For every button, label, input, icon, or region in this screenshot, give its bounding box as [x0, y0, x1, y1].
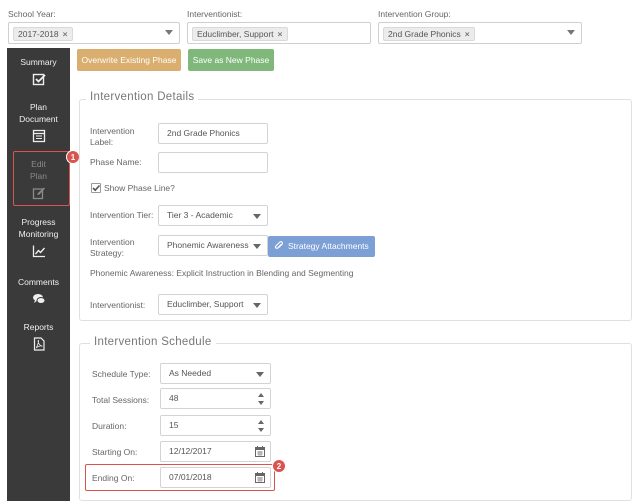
sidebar: Summary Plan Document Edit Plan Progress… [7, 48, 70, 501]
interventionist-label: Interventionist: [90, 300, 146, 310]
interventionist-field-select[interactable]: Educlimber, Support [158, 294, 268, 315]
intervention-strategy-value: Phonemic Awareness [167, 240, 249, 250]
chevron-down-icon [253, 303, 261, 308]
intervention-group-chip-text: 2nd Grade Phonics [388, 29, 461, 39]
stepper-icon[interactable] [258, 420, 265, 432]
step-1-badge: 1 [66, 150, 80, 164]
line-chart-icon [32, 245, 45, 258]
sidebar-item-label: Progress [21, 217, 56, 227]
sidebar-item-plan-document[interactable]: Plan Document [7, 101, 70, 143]
duration-value: 15 [169, 420, 179, 430]
pdf-icon [33, 337, 45, 351]
intervention-label-label: Intervention Label: [90, 126, 134, 148]
sidebar-item-label: Summary [20, 57, 57, 67]
intervention-tier-select[interactable]: Tier 3 - Academic [158, 205, 268, 226]
show-phase-line-checkbox[interactable] [91, 183, 101, 193]
phase-name-label: Phase Name: [90, 157, 142, 167]
save-new-phase-button[interactable]: Save as New Phase [188, 49, 274, 71]
total-sessions-label: Total Sessions: [92, 395, 150, 405]
sidebar-item-label: Comments [17, 277, 60, 287]
interventionist-field-value: Educlimber, Support [167, 299, 244, 309]
chevron-down-icon [253, 214, 261, 219]
sidebar-item-summary[interactable]: Summary [7, 56, 70, 86]
sidebar-item-label: Reports [23, 322, 54, 332]
step-2-badge: 2 [272, 459, 286, 473]
stepper-icon[interactable] [258, 393, 265, 405]
duration-field[interactable]: 15 [160, 415, 271, 436]
intervention-strategy-label-line: Intervention [90, 237, 135, 247]
interventionist-filter-label: Interventionist: [187, 9, 243, 19]
chevron-down-icon[interactable] [165, 30, 173, 35]
duration-label: Duration: [92, 421, 127, 431]
intervention-group-chip: 2nd Grade Phonics × [383, 27, 475, 41]
edit-plan-highlight [13, 151, 70, 206]
sidebar-item-label: Document [19, 114, 58, 124]
overwrite-phase-button[interactable]: Overwrite Existing Phase [77, 49, 181, 71]
intervention-label-field[interactable]: 2nd Grade Phonics [158, 123, 268, 144]
schedule-type-select[interactable]: As Needed [160, 363, 271, 384]
intervention-strategy-label: Intervention Strategy: [90, 237, 134, 259]
chevron-down-icon [253, 244, 261, 249]
chevron-down-icon[interactable] [567, 30, 575, 35]
starting-on-label: Starting On: [92, 447, 138, 457]
comments-icon [32, 294, 45, 304]
calendar-icon[interactable] [255, 446, 265, 457]
sidebar-item-reports[interactable]: Reports [7, 321, 70, 351]
remove-chip-icon[interactable]: × [63, 29, 68, 39]
intervention-label-label-line: Label: [90, 137, 114, 147]
schedule-type-value: As Needed [169, 368, 212, 378]
interventionist-chip-text: Educlimber, Support [197, 29, 274, 39]
remove-chip-icon[interactable]: × [278, 29, 283, 39]
phase-name-field[interactable] [158, 152, 268, 173]
intervention-tier-label: Intervention Tier: [90, 210, 154, 220]
intervention-details-title: Intervention Details [86, 91, 199, 103]
remove-chip-icon[interactable]: × [465, 29, 470, 39]
total-sessions-field[interactable]: 48 [160, 388, 271, 409]
school-year-label: School Year: [8, 9, 56, 19]
intervention-strategy-select[interactable]: Phonemic Awareness [158, 235, 268, 256]
strategy-attachments-button[interactable]: Strategy Attachments [268, 236, 375, 257]
sidebar-item-progress-monitoring[interactable]: Progress Monitoring [7, 216, 70, 258]
school-year-chip-text: 2017-2018 [18, 29, 59, 39]
sidebar-item-label: Plan [29, 102, 47, 112]
interventionist-select[interactable]: Educlimber, Support × [187, 22, 371, 44]
sidebar-item-comments[interactable]: Comments [7, 276, 70, 306]
intervention-strategy-label-line: Strategy: [90, 248, 125, 258]
ending-on-highlight [85, 464, 275, 491]
intervention-group-label: Intervention Group: [378, 9, 451, 19]
interventionist-chip: Educlimber, Support × [192, 27, 288, 41]
school-year-select[interactable]: 2017-2018 × [8, 22, 180, 44]
chevron-down-icon [256, 372, 264, 377]
checkmark-icon [92, 184, 101, 192]
document-icon [32, 129, 45, 143]
checkbox-icon [32, 73, 46, 86]
schedule-type-label: Schedule Type: [92, 369, 151, 379]
intervention-tier-value: Tier 3 - Academic [167, 210, 233, 220]
intervention-schedule-title: Intervention Schedule [90, 336, 216, 348]
show-phase-line-label: Show Phase Line? [104, 183, 175, 193]
school-year-chip: 2017-2018 × [13, 27, 73, 41]
strategy-description: Phonemic Awareness: Explicit Instruction… [90, 268, 354, 278]
sidebar-item-label: Monitoring [18, 229, 59, 239]
strategy-attachments-label: Strategy Attachments [288, 241, 369, 251]
intervention-group-select[interactable]: 2nd Grade Phonics × [378, 22, 582, 44]
intervention-label-label-line: Intervention [90, 126, 135, 136]
paperclip-icon [275, 241, 283, 249]
starting-on-field[interactable]: 12/12/2017 [160, 441, 271, 462]
starting-on-value: 12/12/2017 [169, 446, 212, 456]
total-sessions-value: 48 [169, 393, 179, 403]
